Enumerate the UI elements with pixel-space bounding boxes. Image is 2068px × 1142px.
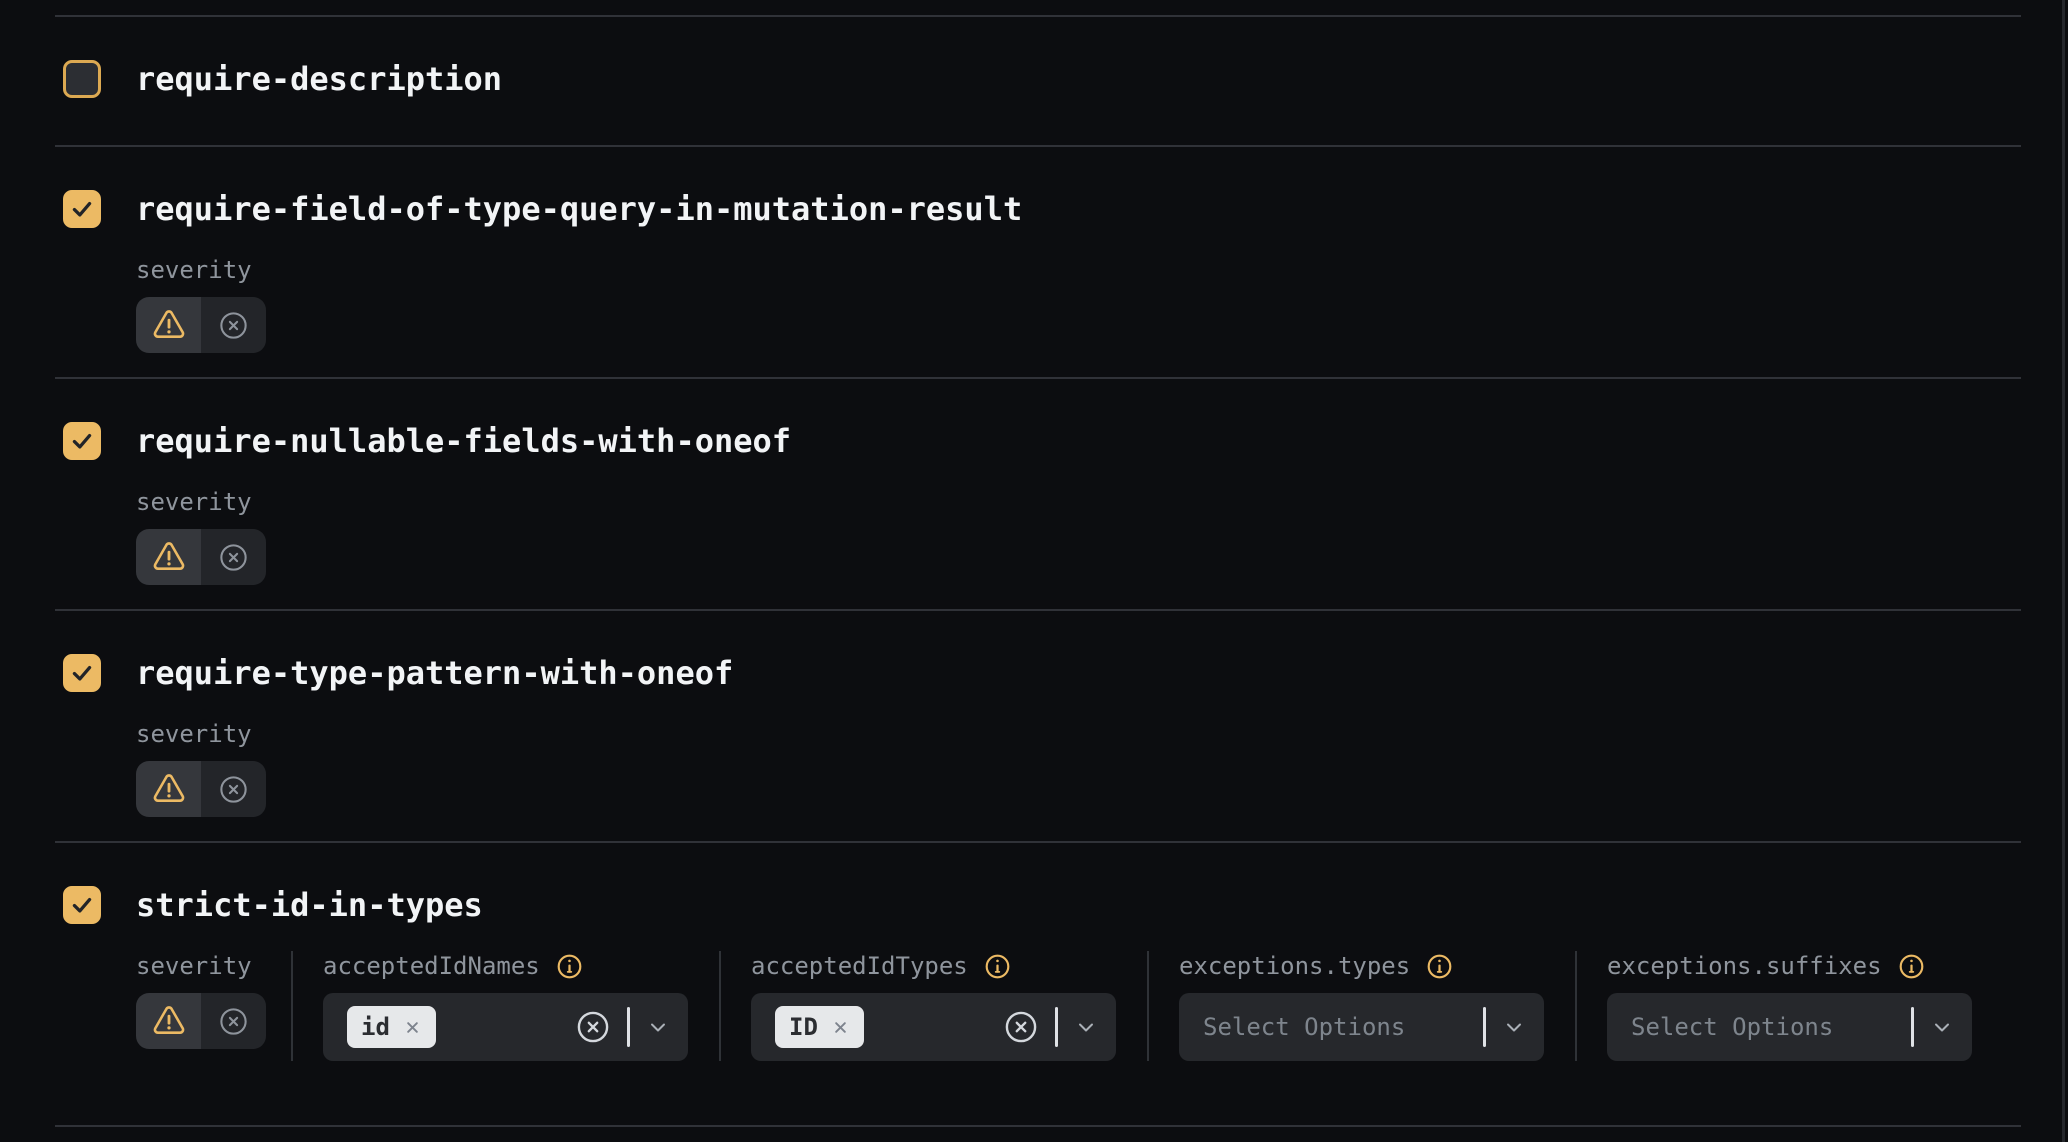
dropdown-toggle[interactable] (646, 1015, 670, 1039)
severity-warn-button[interactable] (136, 993, 201, 1049)
rule-title: require-description (136, 60, 502, 98)
warning-triangle-icon (151, 539, 187, 575)
warning-triangle-icon (151, 771, 187, 807)
x-circle-icon (218, 542, 249, 573)
tag-chip-label: id (361, 1013, 390, 1041)
x-circle-icon (218, 310, 249, 341)
clear-selection-button[interactable] (575, 1009, 611, 1045)
option-column-acceptedIdNames: acceptedIdNames id (293, 951, 719, 1061)
multiselect-acceptedIdTypes[interactable]: ID (751, 993, 1116, 1061)
severity-toggle-group (136, 529, 266, 585)
chevron-down-icon (646, 1015, 670, 1039)
option-label: exceptions.types (1179, 952, 1410, 980)
tag-chip-label: ID (789, 1013, 818, 1041)
rule-title: require-field-of-type-query-in-mutation-… (136, 190, 1022, 228)
rule-checkbox[interactable] (63, 422, 101, 460)
info-icon[interactable] (1426, 953, 1453, 980)
select-placeholder: Select Options (1203, 1013, 1405, 1041)
severity-label: severity (136, 952, 252, 980)
checkmark-icon (69, 196, 95, 222)
option-column-acceptedIdTypes: acceptedIdTypes ID (721, 951, 1147, 1061)
option-column-exceptions-suffixes: exceptions.suffixes Select Options (1577, 951, 2003, 1061)
remove-tag-x-icon[interactable] (403, 1018, 422, 1037)
rule-row-require-type-pattern-with-oneof: require-type-pattern-with-oneof severity (55, 609, 2021, 841)
rule-row-require-field-of-type-query-in-mutation-result: require-field-of-type-query-in-mutation-… (55, 145, 2021, 377)
remove-tag-x-icon[interactable] (831, 1018, 850, 1037)
severity-off-button[interactable] (201, 993, 266, 1049)
severity-toggle-group (136, 993, 266, 1049)
x-circle-icon (218, 774, 249, 805)
severity-off-button[interactable] (201, 761, 266, 817)
info-icon[interactable] (556, 953, 583, 980)
field-divider (1055, 1007, 1058, 1047)
info-icon[interactable] (984, 953, 1011, 980)
warning-triangle-icon (151, 1003, 187, 1039)
rule-title: strict-id-in-types (136, 886, 483, 924)
chevron-down-icon (1074, 1015, 1098, 1039)
dropdown-toggle[interactable] (1930, 1015, 1954, 1039)
severity-warn-button[interactable] (136, 529, 201, 585)
info-icon[interactable] (1898, 953, 1925, 980)
rule-checkbox[interactable] (63, 654, 101, 692)
option-label: acceptedIdTypes (751, 952, 968, 980)
rule-checkbox[interactable] (63, 60, 101, 98)
checkmark-icon (69, 660, 95, 686)
checkmark-icon (69, 428, 95, 454)
chevron-down-icon (1502, 1015, 1526, 1039)
field-divider (1483, 1007, 1486, 1047)
checkmark-icon (69, 892, 95, 918)
severity-warn-button[interactable] (136, 761, 201, 817)
scrollbar[interactable] (2062, 0, 2065, 1142)
warning-triangle-icon (151, 307, 187, 343)
rules-config-panel: require-description require-field-of-typ… (55, 15, 2021, 1127)
dropdown-toggle[interactable] (1502, 1015, 1526, 1039)
tag-chip: id (347, 1006, 436, 1048)
severity-column: severity (136, 951, 266, 1061)
field-divider (1911, 1007, 1914, 1047)
rule-checkbox[interactable] (63, 886, 101, 924)
rule-row-require-nullable-fields-with-oneof: require-nullable-fields-with-oneof sever… (55, 377, 2021, 609)
x-circle-icon (218, 1006, 249, 1037)
field-divider (627, 1007, 630, 1047)
option-label: exceptions.suffixes (1607, 952, 1882, 980)
clear-selection-button[interactable] (1003, 1009, 1039, 1045)
severity-toggle-group (136, 297, 266, 353)
rule-row-require-description: require-description (55, 15, 2021, 145)
severity-label: severity (136, 720, 252, 748)
select-placeholder: Select Options (1631, 1013, 1833, 1041)
rule-title: require-type-pattern-with-oneof (136, 654, 733, 692)
severity-toggle-group (136, 761, 266, 817)
clear-x-circle-icon (1003, 1009, 1039, 1045)
dropdown-toggle[interactable] (1074, 1015, 1098, 1039)
rule-title: require-nullable-fields-with-oneof (136, 422, 791, 460)
severity-off-button[interactable] (201, 529, 266, 585)
severity-off-button[interactable] (201, 297, 266, 353)
rule-row-strict-id-in-types: strict-id-in-types severity (55, 841, 2021, 1127)
option-label: acceptedIdNames (323, 952, 540, 980)
rule-checkbox[interactable] (63, 190, 101, 228)
clear-x-circle-icon (575, 1009, 611, 1045)
option-column-exceptions-types: exceptions.types Select Options (1149, 951, 1575, 1061)
severity-label: severity (136, 488, 252, 516)
chevron-down-icon (1930, 1015, 1954, 1039)
multiselect-acceptedIdNames[interactable]: id (323, 993, 688, 1061)
severity-label: severity (136, 256, 252, 284)
severity-warn-button[interactable] (136, 297, 201, 353)
multiselect-exceptions-types[interactable]: Select Options (1179, 993, 1544, 1061)
multiselect-exceptions-suffixes[interactable]: Select Options (1607, 993, 1972, 1061)
tag-chip: ID (775, 1006, 864, 1048)
